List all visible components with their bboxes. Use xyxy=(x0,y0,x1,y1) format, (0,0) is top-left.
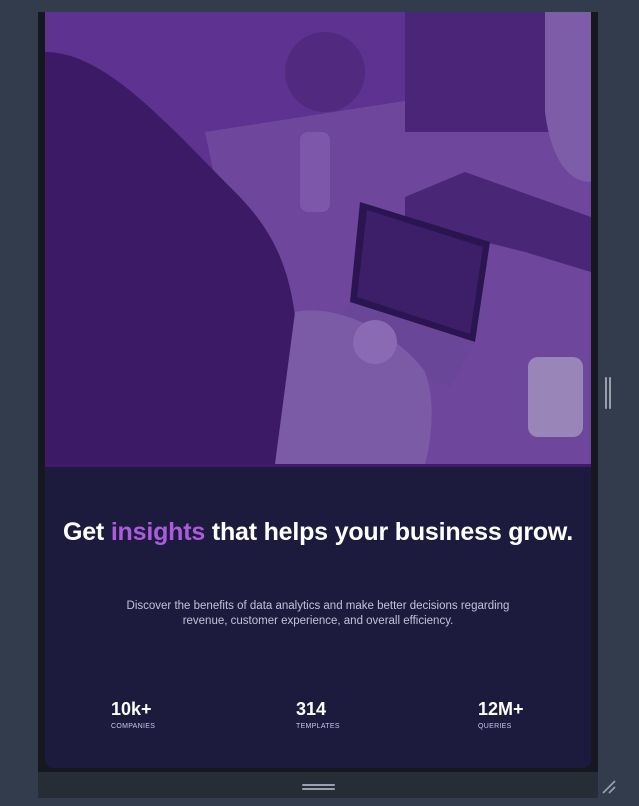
resize-corner-icon[interactable] xyxy=(600,778,618,796)
stat-companies: 10k+ COMPANIES xyxy=(111,698,155,730)
title-accent: insights xyxy=(110,518,206,546)
stat-value: 12M+ xyxy=(478,699,524,719)
description-text: Discover the benefits of data analytics … xyxy=(126,600,510,627)
stat-label: TEMPLATES xyxy=(296,723,340,730)
stat-templates: 314 TEMPLATES xyxy=(296,698,340,730)
horizontal-grip-icon[interactable] xyxy=(302,784,335,792)
vertical-grip-icon[interactable] xyxy=(605,377,613,409)
stats-preview-card: Get insights that helps your business gr… xyxy=(45,12,591,768)
stat-label: QUERIES xyxy=(478,723,512,730)
title-prefix: Get xyxy=(62,518,105,546)
stat-value: 10k+ xyxy=(111,699,152,719)
stat-queries: 12M+ QUERIES xyxy=(478,698,524,730)
hero-divider xyxy=(45,464,591,467)
title-suffix: that helps your business grow. xyxy=(211,518,574,546)
page-title: Get insights that helps your business gr… xyxy=(45,518,591,547)
stat-value: 314 xyxy=(296,699,327,719)
hero-image xyxy=(45,12,591,464)
stat-label: COMPANIES xyxy=(111,723,156,730)
